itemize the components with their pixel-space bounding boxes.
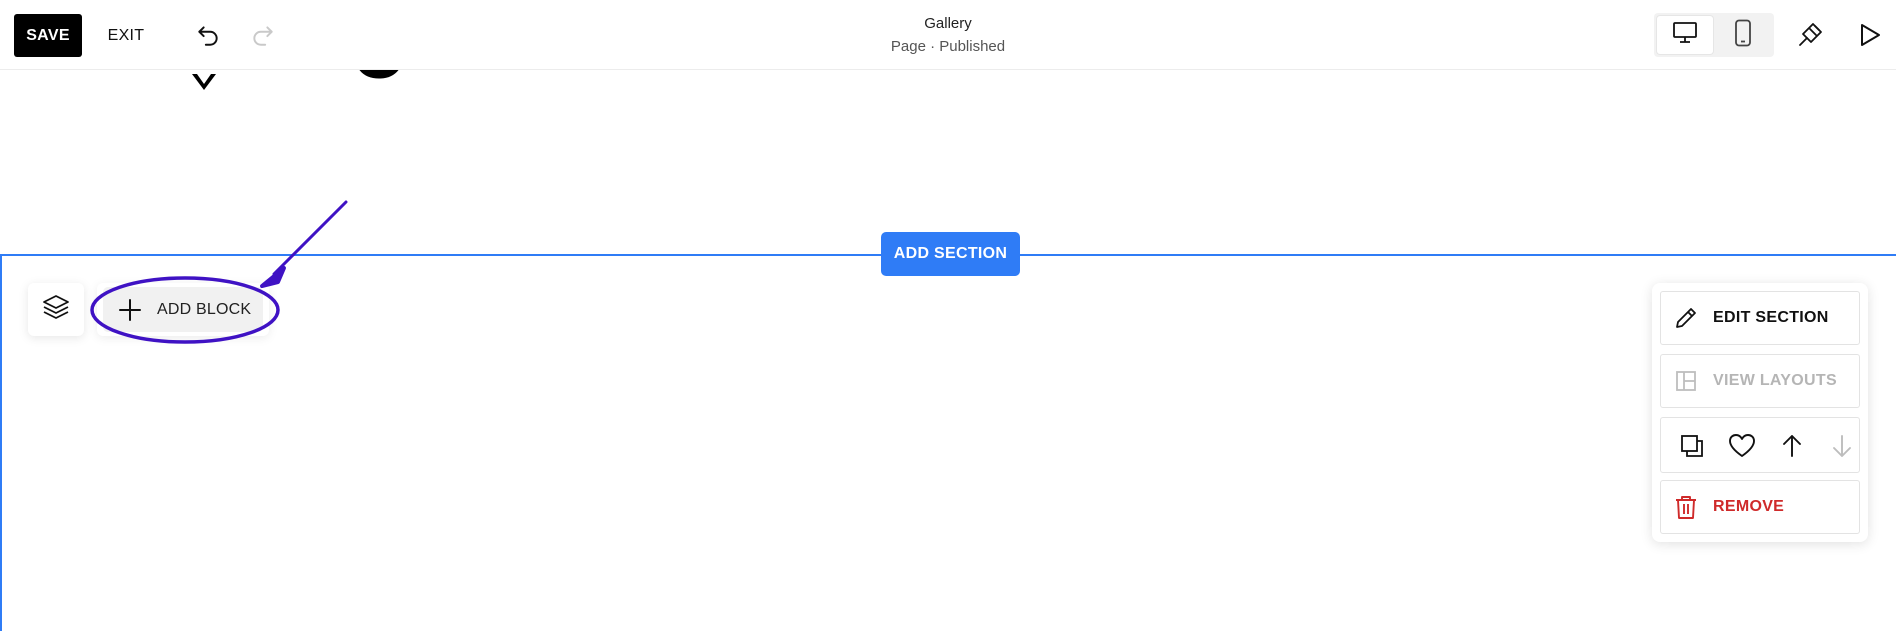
add-section-button[interactable]: ADD SECTION [881,232,1020,276]
heart-icon[interactable] [1727,431,1757,461]
trash-icon [1671,492,1701,522]
duplicate-icon[interactable] [1677,431,1707,461]
section-toolbar: EDIT SECTION VIEW LAYOUTS REMOVE [1652,283,1868,542]
add-block-container: ADD BLOCK [97,283,269,336]
layers-icon [41,293,71,326]
top-toolbar: SAVE EXIT Gallery Page · Published [0,0,1896,70]
selected-section[interactable] [0,254,1896,631]
page-title: Gallery [924,15,972,32]
edit-section-button[interactable]: EDIT SECTION [1660,291,1860,345]
arrow-up-icon[interactable] [1777,431,1807,461]
desktop-view-button[interactable] [1657,16,1713,54]
editor-page: SAVE EXIT Gallery Page · Published ADD S… [0,0,1896,631]
plus-icon [115,295,145,325]
view-layouts-label: VIEW LAYOUTS [1713,372,1837,389]
layers-button[interactable] [28,283,84,336]
arrow-down-icon[interactable] [1827,431,1857,461]
device-toggle [1654,13,1774,57]
view-layouts-button[interactable]: VIEW LAYOUTS [1660,354,1860,408]
mobile-icon [1734,19,1752,52]
section-actions-row [1660,417,1860,473]
play-icon[interactable] [1855,20,1885,50]
layout-icon [1671,366,1701,396]
mobile-view-button[interactable] [1715,16,1771,54]
remove-label: REMOVE [1713,498,1785,515]
pencil-icon [1671,303,1701,333]
remove-section-button[interactable]: REMOVE [1660,480,1860,534]
edit-section-label: EDIT SECTION [1713,309,1829,326]
page-status: Page · Published [890,38,1006,55]
desktop-icon [1672,21,1698,50]
add-block-button[interactable]: ADD BLOCK [103,287,263,332]
paintbrush-icon[interactable] [1795,20,1825,50]
add-block-label: ADD BLOCK [157,300,252,318]
